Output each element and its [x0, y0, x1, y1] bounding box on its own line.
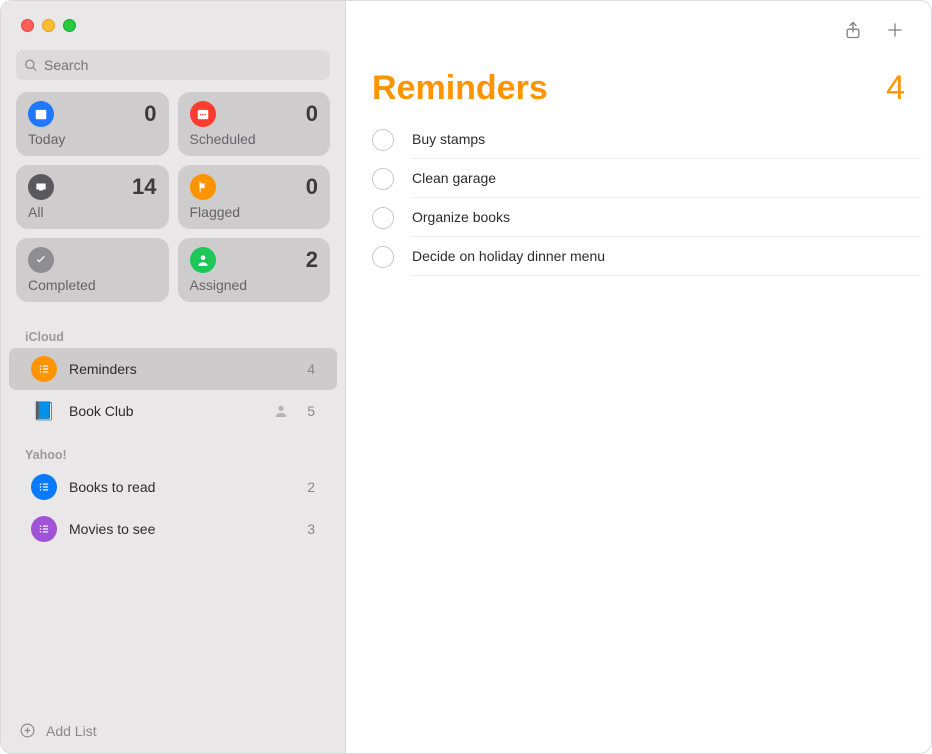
smart-today-count: 0 [144, 101, 156, 127]
close-window-button[interactable] [21, 19, 34, 32]
main-panel: Reminders 4 Buy stamps Clean garage Organi… [346, 1, 931, 753]
complete-toggle[interactable] [372, 129, 394, 151]
smart-assigned-label: Assigned [190, 277, 319, 293]
section-header: Yahoo! [1, 432, 345, 466]
list-icon [31, 356, 57, 382]
smart-flagged-label: Flagged [190, 204, 319, 220]
fullscreen-window-button[interactable] [63, 19, 76, 32]
search-input[interactable] [44, 57, 322, 73]
smart-assigned[interactable]: 2 Assigned [178, 238, 331, 302]
reminder-row[interactable]: Clean garage [372, 159, 931, 198]
book-icon: 📘 [31, 398, 57, 424]
shared-icon [273, 403, 289, 419]
reminder-title: Buy stamps [412, 131, 921, 147]
smart-lists-grid: 0 Today 0 Scheduled 14 [1, 92, 345, 314]
app-window: 0 Today 0 Scheduled 14 [0, 0, 932, 754]
smart-scheduled[interactable]: 0 Scheduled [178, 92, 331, 156]
complete-toggle[interactable] [372, 246, 394, 268]
list-icon [31, 516, 57, 542]
person-icon [190, 247, 216, 273]
list-header: Reminders 4 [346, 41, 931, 120]
reminder-row[interactable]: Buy stamps [372, 120, 931, 159]
section-header: iCloud [1, 314, 345, 348]
minimize-window-button[interactable] [42, 19, 55, 32]
list-name: Reminders [69, 361, 295, 377]
reminder-title: Decide on holiday dinner menu [412, 248, 921, 264]
smart-scheduled-label: Scheduled [190, 131, 319, 147]
smart-flagged[interactable]: 0 Flagged [178, 165, 331, 229]
list-count: 5 [307, 403, 315, 419]
list-name: Book Club [69, 403, 261, 419]
sidebar-list-item[interactable]: Reminders 4 [9, 348, 337, 390]
window-controls [1, 1, 345, 32]
share-icon[interactable] [843, 19, 863, 41]
list-count: 3 [307, 521, 315, 537]
search-field[interactable] [16, 50, 330, 80]
checkmark-icon [28, 247, 54, 273]
add-list-label: Add List [46, 723, 97, 739]
sidebar-list-item[interactable]: Movies to see 3 [9, 508, 337, 550]
smart-all-count: 14 [132, 174, 156, 200]
calendar-today-icon [28, 101, 54, 127]
tray-icon [28, 174, 54, 200]
smart-flagged-count: 0 [306, 174, 318, 200]
sidebar: 0 Today 0 Scheduled 14 [1, 1, 346, 753]
smart-all-label: All [28, 204, 157, 220]
complete-toggle[interactable] [372, 207, 394, 229]
smart-all[interactable]: 14 All [16, 165, 169, 229]
smart-assigned-count: 2 [306, 247, 318, 273]
list-count: 4 [307, 361, 315, 377]
add-list-button[interactable]: Add List [1, 712, 345, 753]
smart-completed[interactable]: Completed [16, 238, 169, 302]
list-title: Reminders [372, 69, 548, 108]
reminder-row[interactable]: Decide on holiday dinner menu [372, 237, 931, 276]
reminders-list: Buy stamps Clean garage Organize books Deci… [346, 120, 931, 276]
list-total-count: 4 [886, 69, 905, 108]
smart-scheduled-count: 0 [306, 101, 318, 127]
list-count: 2 [307, 479, 315, 495]
list-name: Books to read [69, 479, 295, 495]
flag-icon [190, 174, 216, 200]
smart-today[interactable]: 0 Today [16, 92, 169, 156]
toolbar [346, 1, 931, 41]
my-lists: iCloudReminders4📘Book Club5Yahoo!Books t… [1, 314, 345, 550]
sidebar-list-item[interactable]: Books to read 2 [9, 466, 337, 508]
smart-completed-label: Completed [28, 277, 157, 293]
reminder-title: Organize books [412, 209, 921, 225]
complete-toggle[interactable] [372, 168, 394, 190]
search-container [1, 32, 345, 92]
list-name: Movies to see [69, 521, 295, 537]
plus-circle-icon [19, 722, 36, 739]
reminder-title: Clean garage [412, 170, 921, 186]
sidebar-list-item[interactable]: 📘 Book Club 5 [9, 390, 337, 432]
add-reminder-icon[interactable] [885, 19, 905, 41]
list-icon [31, 474, 57, 500]
calendar-icon [190, 101, 216, 127]
search-icon [24, 58, 38, 73]
smart-today-label: Today [28, 131, 157, 147]
reminder-row[interactable]: Organize books [372, 198, 931, 237]
